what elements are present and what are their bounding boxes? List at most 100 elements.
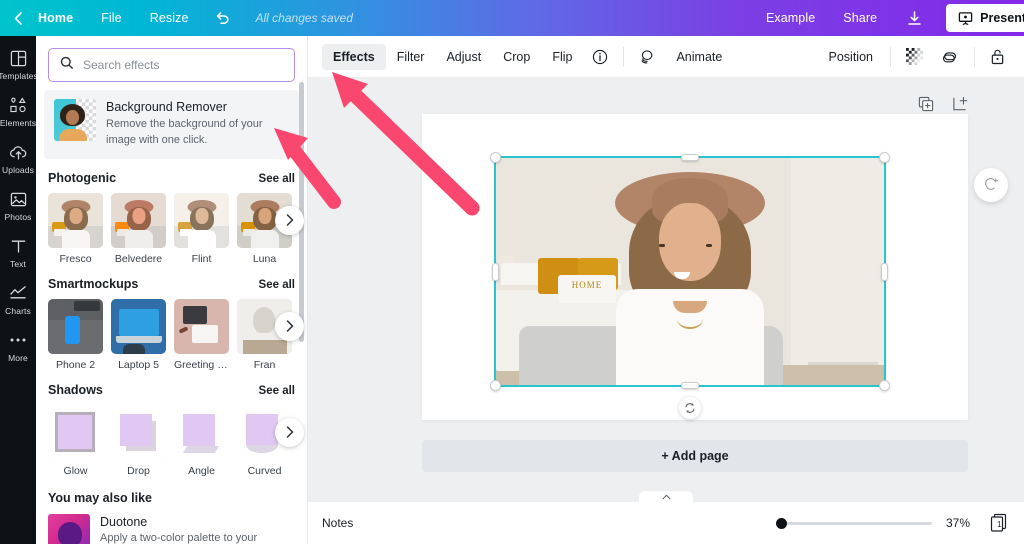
tile-row-photogenic: Fresco Belvedere Flint Luna	[48, 192, 304, 265]
left-rail: Templates Elements Uploads Photos Text C…	[0, 36, 38, 544]
zoom-slider-track[interactable]	[787, 521, 932, 525]
position-button[interactable]: Position	[818, 44, 884, 70]
resize-button[interactable]: Resize	[136, 0, 203, 36]
duotone-text: Duotone Apply a two-color palette to you…	[100, 514, 257, 544]
present-label: Present	[980, 11, 1024, 25]
back-chevron-icon[interactable]	[10, 0, 24, 36]
sidebar-item-elements[interactable]: Elements	[0, 95, 36, 128]
animate-icon[interactable]	[630, 43, 665, 70]
undo-icon[interactable]	[203, 0, 242, 36]
top-bar-right: Example Share Present	[752, 0, 1024, 36]
sidebar-label-photos: Photos	[4, 212, 32, 222]
canvas-area: HOME + Add page	[308, 78, 1024, 501]
templates-icon	[10, 48, 27, 68]
tab-crop[interactable]: Crop	[492, 44, 541, 70]
link-icon[interactable]	[932, 43, 968, 70]
sidebar-item-uploads[interactable]: Uploads	[0, 142, 36, 175]
section-smartmockups: Smartmockups See all Phone 2 Laptop 5 Gr…	[36, 265, 307, 371]
lock-icon[interactable]	[981, 42, 1014, 71]
section-shadows: Shadows See all Glow Drop Angle Curved	[36, 371, 307, 477]
resize-handle-top-left[interactable]	[490, 152, 501, 163]
sidebar-label-text: Text	[10, 259, 26, 269]
shadow-tile-drop[interactable]: Drop	[111, 404, 166, 477]
shadow-tile-glow[interactable]: Glow	[48, 404, 103, 477]
effect-label: Belvedere	[114, 252, 163, 265]
sidebar-item-photos[interactable]: Photos	[0, 189, 36, 222]
sidebar-item-charts[interactable]: Charts	[0, 283, 36, 316]
rotate-handle[interactable]	[679, 397, 701, 419]
tab-flip[interactable]: Flip	[541, 44, 583, 70]
sidebar-item-more[interactable]: More	[0, 330, 36, 363]
rotate-icon	[685, 403, 695, 413]
bottom-bar: Notes 37% 1	[308, 490, 1024, 544]
mockup-label: Greeting car...	[174, 358, 229, 371]
mockup-tile-laptop-5[interactable]: Laptop 5	[111, 298, 166, 371]
effect-tile-fresco[interactable]: Fresco	[48, 192, 103, 265]
see-all-shadows[interactable]: See all	[259, 385, 295, 397]
effect-tile-flint[interactable]: Flint	[174, 192, 229, 265]
background-remover-title: Background Remover	[106, 100, 227, 114]
elements-icon	[9, 95, 28, 115]
present-button[interactable]: Present	[946, 4, 1024, 32]
chevron-right-icon	[286, 214, 293, 226]
download-icon[interactable]	[891, 0, 938, 36]
collapse-panel-toggle[interactable]	[638, 490, 694, 503]
scroll-right-photogenic[interactable]	[275, 205, 304, 235]
info-icon[interactable]	[583, 43, 617, 71]
share-button[interactable]: Share	[829, 0, 891, 36]
background-remover-text: Background Remover Remove the background…	[106, 99, 289, 149]
home-button[interactable]: Home	[24, 0, 87, 36]
resize-handle-top-right[interactable]	[879, 152, 890, 163]
resize-handle-top[interactable]	[681, 154, 699, 161]
mockup-tile-greeting-card[interactable]: Greeting car...	[174, 298, 229, 371]
sidebar-item-text[interactable]: Text	[0, 236, 36, 269]
selected-image[interactable]: HOME	[490, 152, 890, 419]
effect-tile-belvedere[interactable]: Belvedere	[111, 192, 166, 265]
you-may-also-like: You may also like Duotone Apply a two-co…	[36, 477, 307, 544]
see-all-smartmockups[interactable]: See all	[259, 279, 295, 291]
shadow-tile-angle[interactable]: Angle	[174, 404, 229, 477]
scroll-right-shadows[interactable]	[275, 417, 304, 447]
notes-button[interactable]: Notes	[322, 516, 353, 530]
zoom-slider[interactable]	[776, 517, 932, 529]
sidebar-item-templates[interactable]: Templates	[0, 48, 38, 81]
section-title-photogenic: Photogenic	[48, 170, 117, 185]
duotone-card[interactable]: Duotone Apply a two-color palette to you…	[48, 513, 295, 544]
mockup-thumbnail	[111, 298, 166, 354]
resize-handle-right[interactable]	[881, 262, 888, 281]
design-page[interactable]: HOME	[422, 114, 968, 420]
mockup-label: Phone 2	[55, 358, 96, 371]
transparency-icon[interactable]	[897, 42, 932, 71]
present-icon	[958, 11, 973, 25]
shadow-thumbnail	[174, 404, 229, 460]
see-all-photogenic[interactable]: See all	[259, 173, 295, 185]
resize-handle-bottom-left[interactable]	[490, 380, 501, 391]
resize-handle-bottom[interactable]	[681, 382, 699, 389]
mockup-tile-phone-2[interactable]: Phone 2	[48, 298, 103, 371]
zoom-slider-knob[interactable]	[776, 517, 787, 529]
canva-editor: Home File Resize All changes saved Examp…	[0, 0, 1024, 544]
search-box[interactable]	[48, 48, 295, 82]
resize-handle-left[interactable]	[492, 262, 499, 281]
scroll-right-smartmockups[interactable]	[275, 311, 304, 341]
tab-adjust[interactable]: Adjust	[435, 44, 492, 70]
tab-filter[interactable]: Filter	[386, 44, 436, 70]
section-header-photogenic: Photogenic See all	[48, 171, 295, 185]
sidebar-label-elements: Elements	[0, 118, 37, 128]
page-manager-button[interactable]: 1	[988, 512, 1010, 534]
add-page-button[interactable]: + Add page	[422, 440, 968, 472]
background-remover-card[interactable]: Background Remover Remove the background…	[44, 90, 299, 159]
search-input[interactable]	[83, 58, 283, 72]
tab-effects[interactable]: Effects	[322, 43, 386, 70]
file-menu[interactable]: File	[87, 0, 136, 36]
float-rotate-button[interactable]	[974, 168, 1008, 202]
top-bar: Home File Resize All changes saved Examp…	[0, 0, 1024, 36]
text-icon	[10, 236, 27, 256]
resize-handle-bottom-right[interactable]	[879, 380, 890, 391]
mockup-label: Laptop 5	[118, 358, 159, 371]
section-header-smartmockups: Smartmockups See all	[48, 277, 295, 291]
animate-button[interactable]: Animate	[665, 44, 733, 70]
uploads-icon	[9, 142, 28, 162]
example-label[interactable]: Example	[752, 0, 829, 36]
effect-thumbnail	[48, 192, 103, 248]
